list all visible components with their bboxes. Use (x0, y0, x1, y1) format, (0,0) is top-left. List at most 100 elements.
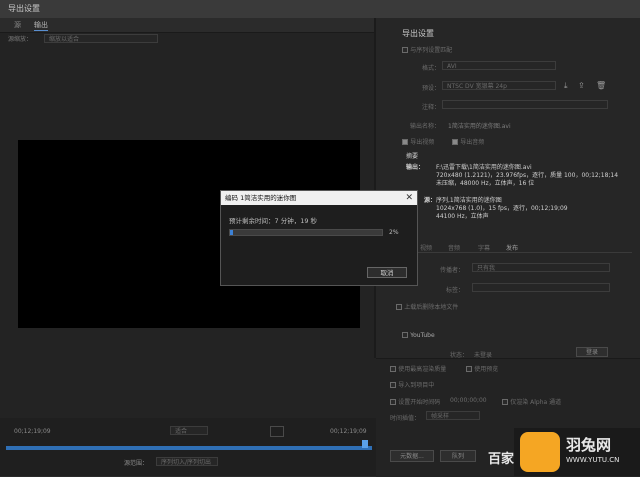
export-settings-title: 导出设置 (402, 29, 434, 38)
use-preview-row[interactable]: 使用预览 (466, 364, 498, 373)
render-alpha-row[interactable]: 仅渲染 Alpha 通道 (502, 397, 561, 406)
tab-video[interactable]: 视频 (420, 243, 432, 252)
interp-dropdown[interactable]: 帧采样 (426, 411, 480, 420)
max-render-label: 使用最高渲染质量 (398, 366, 447, 373)
progress-fill (230, 230, 234, 235)
timecode-start: 00;12;19;09 (14, 428, 51, 435)
import-preset-icon[interactable]: ⇪ (578, 81, 585, 90)
timeline-track[interactable] (6, 446, 372, 450)
set-start-tc-checkbox[interactable] (390, 399, 396, 405)
source-scaling-value: 缩放以适合 (49, 36, 80, 43)
max-render-row[interactable]: 使用最高渲染质量 (390, 364, 446, 373)
delete-local-label: 上载后删除本地文件 (404, 304, 459, 311)
source-range-value: 序列切入/序列切出 (161, 459, 212, 466)
output-name-link[interactable]: 1简洁实用的迷你图.avi (448, 121, 511, 130)
import-project-label: 导入到项目中 (398, 382, 435, 389)
format-value: AVI (447, 63, 457, 70)
crop-icon[interactable] (270, 426, 284, 437)
preview-tabs: 源 输出 (0, 18, 376, 33)
match-sequence-checkbox[interactable] (402, 47, 408, 53)
max-render-checkbox[interactable] (390, 366, 396, 372)
cancel-button[interactable]: 取消 (367, 267, 407, 278)
export-audio-label: 导出音频 (460, 139, 485, 146)
save-preset-icon[interactable]: ⤓ (564, 81, 568, 91)
export-video-label: 导出视频 (410, 139, 435, 146)
fit-dropdown[interactable]: 适合 (170, 426, 208, 435)
summary-source-label: 源： (424, 197, 437, 204)
delete-preset-icon[interactable]: 🗑 (596, 81, 606, 90)
source-scaling-dropdown[interactable]: 缩放以适合 (44, 34, 158, 43)
youtube-row[interactable]: YouTube (402, 331, 435, 339)
close-icon[interactable]: ✕ (405, 191, 413, 205)
watermark-name: 羽兔网 (566, 436, 612, 454)
comment-input[interactable] (442, 100, 608, 109)
summary-source: 序列,1简洁实用的迷你图 1024x768 (1.0)，15 fps，逐行，00… (436, 197, 568, 221)
render-alpha-checkbox[interactable] (502, 399, 508, 405)
export-audio-checkbox[interactable] (452, 139, 458, 145)
start-tc-value: 00;00;00;00 (450, 397, 487, 404)
source-range-dropdown[interactable]: 序列切入/序列切出 (156, 457, 218, 466)
summary-output-line: F:\迅雷下载\1简洁实用的迷你图.avi (436, 164, 532, 171)
progress-percent: 2% (389, 229, 399, 236)
use-preview-checkbox[interactable] (466, 366, 472, 372)
progress-bar (229, 229, 383, 236)
source-range-label: 源范围： (124, 460, 149, 467)
window-title: 导出设置 (0, 0, 640, 18)
delete-local-checkbox[interactable] (396, 304, 402, 310)
remaining-time: 预计剩余时间：7 分钟，19 秒 (229, 217, 318, 225)
tab-output[interactable]: 输出 (34, 20, 48, 31)
preset-dropdown[interactable]: NTSC DV 宽银幕 24p (442, 81, 556, 90)
tags-label: 标签： (446, 287, 465, 294)
tab-source[interactable]: 源 (14, 20, 21, 30)
tab-publish[interactable]: 发布 (506, 243, 518, 252)
summary-source-line: 序列,1简洁实用的迷你图 (436, 197, 502, 204)
watermark-url: WWW.YUTU.CN (566, 456, 620, 464)
summary-output-label: 输出： (406, 164, 425, 171)
render-alpha-label: 仅渲染 Alpha 通道 (510, 399, 562, 406)
use-preview-label: 使用预览 (474, 366, 499, 373)
interp-label: 时间插值： (390, 415, 421, 422)
format-label: 格式： (422, 65, 441, 72)
dialog-title: 编码 1简洁实用的迷你图 (221, 191, 417, 205)
rabbit-logo-icon (520, 432, 560, 472)
summary-source-line: 1024x768 (1.0)，15 fps，逐行，00;12;19;09 (436, 205, 568, 212)
summary-output-line: 720x480 (1.2121)，23.976fps，逐行，质量 100，00;… (436, 172, 619, 179)
login-button[interactable]: 登录 (576, 347, 608, 357)
import-project-row[interactable]: 导入到项目中 (390, 380, 434, 389)
out-point-handle[interactable] (362, 440, 368, 448)
destination-dropdown[interactable]: 只有我 (472, 263, 610, 272)
encoding-dialog: 编码 1简洁实用的迷你图 ✕ 预计剩余时间：7 分钟，19 秒 2% 取消 (220, 190, 418, 286)
preset-label: 预设： (422, 85, 441, 92)
format-dropdown[interactable]: AVI (442, 61, 556, 70)
preset-value: NTSC DV 宽银幕 24p (447, 83, 507, 90)
destination-value: 只有我 (477, 265, 496, 272)
fit-value: 适合 (175, 428, 188, 435)
tab-captions[interactable]: 字幕 (478, 243, 490, 252)
import-project-checkbox[interactable] (390, 382, 396, 388)
tab-audio[interactable]: 音频 (448, 243, 460, 252)
match-sequence-row[interactable]: 与序列设置匹配 (402, 45, 452, 54)
interp-value: 帧采样 (431, 413, 450, 420)
source-scaling-label: 源缩放： (8, 36, 33, 43)
tags-input[interactable] (472, 283, 610, 292)
youtube-checkbox[interactable] (402, 332, 408, 338)
set-start-tc-label: 设置开始时间码 (398, 399, 441, 406)
youtube-label: YouTube (410, 332, 435, 339)
output-name-label: 输出名称： (410, 123, 441, 130)
queue-button[interactable]: 队列 (440, 450, 476, 462)
match-sequence-label: 与序列设置匹配 (410, 47, 453, 54)
export-video-row[interactable]: 导出视频 (402, 137, 434, 146)
summary-output-line: 未压缩，48000 Hz，立体声，16 位 (436, 180, 535, 187)
delete-local-row[interactable]: 上载后删除本地文件 (396, 302, 458, 311)
export-audio-row[interactable]: 导出音频 (452, 137, 484, 146)
summary-source-line: 44100 Hz，立体声 (436, 213, 489, 220)
destination-label: 传播者： (440, 267, 465, 274)
summary-title: 摘要 (406, 153, 419, 160)
export-video-checkbox[interactable] (402, 139, 408, 145)
metadata-button[interactable]: 元数据... (390, 450, 434, 462)
summary-output: F:\迅雷下载\1简洁实用的迷你图.avi 720x480 (1.2121)，2… (436, 164, 618, 188)
timecode-end: 00;12;19;09 (330, 428, 367, 435)
settings-tabs: 视频 音频 字幕 发布 (396, 240, 632, 253)
set-start-tc-row[interactable]: 设置开始时间码 (390, 397, 440, 406)
baidu-watermark-text: 百家 (488, 452, 515, 467)
